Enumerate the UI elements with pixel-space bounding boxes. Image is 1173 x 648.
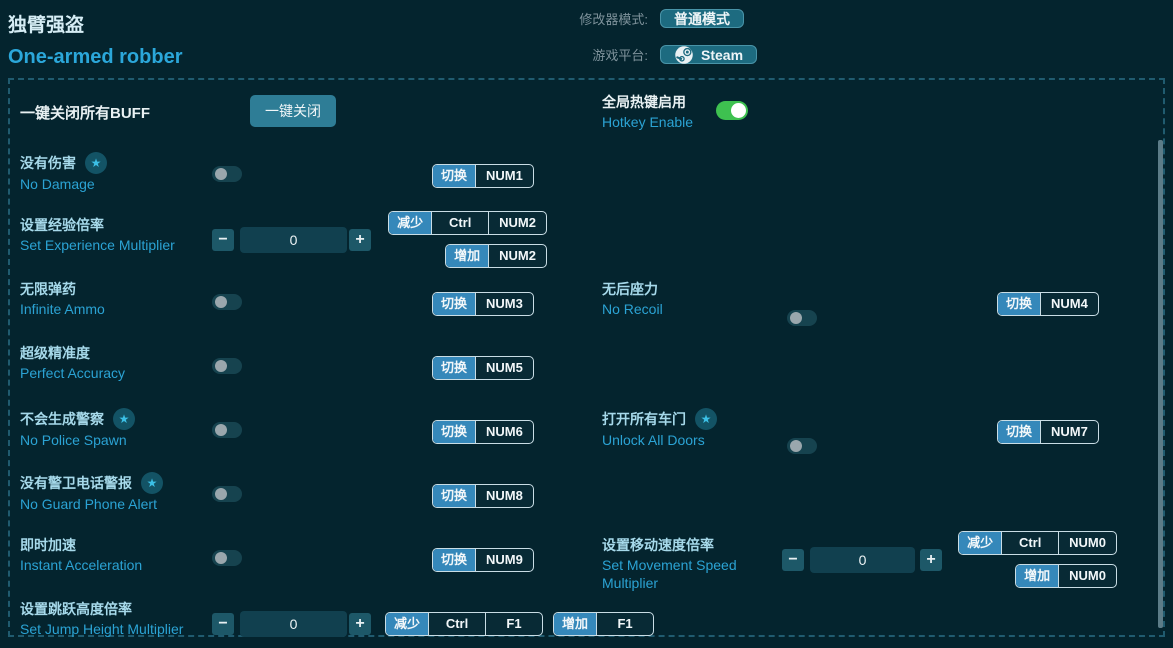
cheat-toggle[interactable] (212, 166, 242, 182)
cheat-label: 设置跳跃高度倍率 Set Jump Height Multiplier (20, 601, 184, 637)
close-all-button[interactable]: 一键关闭 (250, 95, 336, 127)
cheat-toggle[interactable] (212, 358, 242, 374)
cheat-toggle[interactable] (787, 310, 817, 326)
hotkey-decrease-button[interactable]: 减少 Ctrl F1 (385, 612, 544, 636)
hotkey-toggle-button[interactable]: 切换 NUM7 (997, 420, 1099, 444)
platform-value: Steam (701, 46, 744, 63)
cheat-row-perfect-accuracy: 超级精准度 Perfect Accuracy 切换 NUM5 (10, 344, 1163, 392)
cheat-label: 不会生成警察 ★ No Police Spawn (20, 408, 135, 449)
hotkey-toggle-button[interactable]: 切换 NUM3 (432, 292, 534, 316)
master-row: 一键关闭所有BUFF 一键关闭 全局热键启用 Hotkey Enable (10, 93, 1163, 130)
game-title-en: One-armed robber (8, 46, 183, 68)
scrollbar-thumb[interactable] (1158, 140, 1163, 628)
platform-button[interactable]: Steam (660, 45, 758, 64)
value-field[interactable]: 0 (240, 227, 347, 253)
trainer-mode-button[interactable]: 普通模式 (660, 9, 744, 28)
toggle-knob (215, 296, 227, 308)
hotkey-enable-toggle[interactable] (716, 101, 748, 120)
hotkey-decrease-button[interactable]: 减少 Ctrl NUM2 (388, 211, 547, 235)
decrement-button[interactable]: − (782, 549, 804, 571)
hotkey-decrease-button[interactable]: 减少 Ctrl NUM0 (958, 531, 1117, 555)
cheat-label: 设置移动速度倍率 Set Movement Speed Multiplier (602, 537, 737, 591)
cheat-row-experience-multiplier: 设置经验倍率 Set Experience Multiplier − 0 + 减… (10, 211, 1163, 268)
cheat-row-infinite-ammo-no-recoil: 无限弹药 Infinite Ammo 切换 NUM3 无后座力 No Recoil… (10, 280, 1163, 328)
cheat-label: 没有警卫电话警报 ★ No Guard Phone Alert (20, 472, 163, 513)
trainer-mode-field: 修改器模式: 普通模式 (570, 9, 744, 28)
increment-button[interactable]: + (349, 613, 371, 635)
increment-button[interactable]: + (349, 229, 371, 251)
toggle-knob (790, 440, 802, 452)
hotkey-toggle-button[interactable]: 切换 NUM8 (432, 484, 534, 508)
cheat-row-no-guard-phone-alert: 没有警卫电话警报 ★ No Guard Phone Alert 切换 NUM8 (10, 472, 1163, 520)
close-all-label: 一键关闭所有BUFF (20, 105, 150, 122)
hotkey-toggle-button[interactable]: 切换 NUM4 (997, 292, 1099, 316)
cheat-label: 没有伤害 ★ No Damage (20, 152, 107, 193)
value-field[interactable]: 0 (240, 611, 347, 637)
decrement-button[interactable]: − (212, 229, 234, 251)
star-icon: ★ (141, 472, 163, 494)
star-icon: ★ (85, 152, 107, 174)
hotkey-increase-button[interactable]: 增加 F1 (553, 612, 655, 636)
cheat-toggle[interactable] (212, 422, 242, 438)
toggle-knob (215, 552, 227, 564)
cheat-row-jump-height: 设置跳跃高度倍率 Set Jump Height Multiplier − 0 … (10, 600, 1163, 648)
hotkey-toggle-button[interactable]: 切换 NUM1 (432, 164, 534, 188)
platform-label: 游戏平台: (592, 48, 648, 63)
cheat-label: 无后座力 No Recoil (602, 281, 663, 317)
toggle-knob (215, 424, 227, 436)
decrement-button[interactable]: − (212, 613, 234, 635)
cheat-row-no-damage: 没有伤害 ★ No Damage 切换 NUM1 (10, 152, 1163, 200)
hotkey-toggle-button[interactable]: 切换 NUM5 (432, 356, 534, 380)
toggle-knob (731, 103, 746, 118)
cheat-toggle[interactable] (787, 438, 817, 454)
trainer-mode-value: 普通模式 (674, 10, 730, 27)
cheats-panel: 一键关闭所有BUFF 一键关闭 全局热键启用 Hotkey Enable 没有伤… (8, 78, 1165, 637)
value-field[interactable]: 0 (810, 547, 915, 573)
hotkey-toggle-button[interactable]: 切换 NUM9 (432, 548, 534, 572)
steam-icon (675, 45, 693, 64)
hotkey-toggle-button[interactable]: 切换 NUM6 (432, 420, 534, 444)
toggle-knob (215, 488, 227, 500)
cheat-row-acceleration-movement-speed: 即时加速 Instant Acceleration 切换 NUM9 设置移动速度倍… (10, 531, 1163, 591)
cheat-label: 超级精准度 Perfect Accuracy (20, 345, 126, 381)
hotkey-increase-button[interactable]: 增加 NUM2 (445, 244, 547, 268)
hotkey-increase-button[interactable]: 增加 NUM0 (1015, 564, 1117, 588)
trainer-window: 独臂强盗 One-armed robber 修改器模式: 普通模式 游戏平台: … (0, 0, 1173, 648)
trainer-mode-label: 修改器模式: (579, 12, 648, 27)
star-icon: ★ (113, 408, 135, 430)
cheat-label: 打开所有车门 ★ Unlock All Doors (602, 408, 717, 449)
hotkey-group: 减少 Ctrl NUM2 增加 NUM2 (388, 211, 547, 268)
cheat-toggle[interactable] (212, 486, 242, 502)
increment-button[interactable]: + (920, 549, 942, 571)
toggle-knob (790, 312, 802, 324)
toggle-knob (215, 360, 227, 372)
game-title-zh: 独臂强盗 (8, 15, 85, 36)
hotkey-group: 减少 Ctrl F1 增加 F1 (385, 612, 655, 636)
cheat-row-no-police-unlock-doors: 不会生成警察 ★ No Police Spawn 切换 NUM6 打开所有车门 ★ U… (10, 408, 1163, 456)
hotkey-enable-label: 全局热键启用 Hotkey Enable (602, 94, 694, 130)
cheat-toggle[interactable] (212, 550, 242, 566)
platform-field: 游戏平台: Steam (570, 45, 758, 64)
star-icon: ★ (695, 408, 717, 430)
cheat-toggle[interactable] (212, 294, 242, 310)
cheat-label: 无限弹药 Infinite Ammo (20, 281, 105, 317)
toggle-knob (215, 168, 227, 180)
cheat-label: 设置经验倍率 Set Experience Multiplier (20, 217, 175, 253)
hotkey-group: 减少 Ctrl NUM0 增加 NUM0 (958, 531, 1117, 588)
cheat-label: 即时加速 Instant Acceleration (20, 537, 143, 573)
